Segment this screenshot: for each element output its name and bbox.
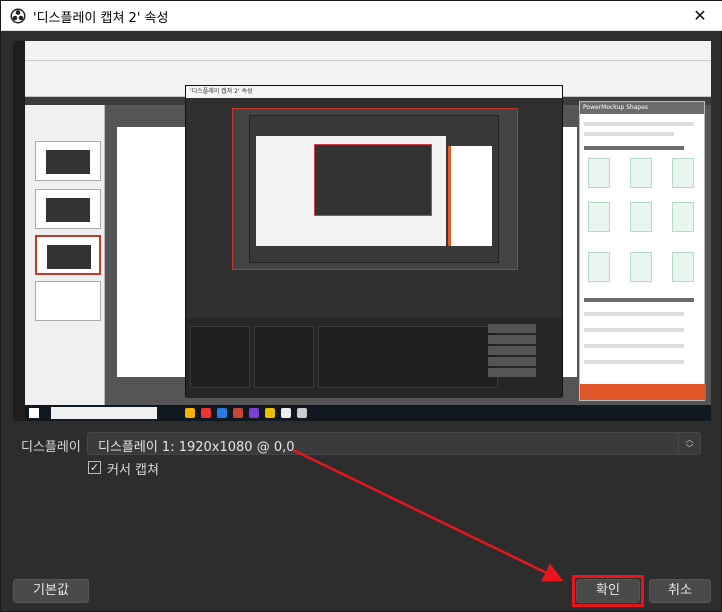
preview-nested-center (314, 144, 432, 216)
preview-shape-card (588, 252, 610, 282)
capture-preview: '디스플레이 캡쳐 2' 속성 PowerMockup Shapes (13, 41, 711, 421)
display-label: 디스플레이 (21, 440, 81, 455)
close-icon[interactable]: ✕ (677, 1, 722, 31)
preview-shapes-row (584, 360, 684, 364)
preview-taskbar-icon (297, 408, 307, 418)
preview-shapes-row (584, 344, 684, 348)
preview-nested-side (448, 146, 492, 246)
preview-nested-docks (186, 318, 562, 398)
preview-shapes-download-bar (580, 384, 706, 400)
cursor-capture-label[interactable]: 커서 캡쳐 (107, 459, 159, 478)
cancel-button[interactable]: 취소 (649, 579, 711, 603)
preview-taskbar-icon (249, 408, 259, 418)
defaults-button[interactable]: 기본값 (13, 579, 89, 603)
preview-shapes-row (584, 328, 684, 332)
updown-chevron-icon[interactable]: ︿ ﹀ (678, 433, 700, 454)
preview-shapes-row (584, 132, 674, 136)
ok-highlight-box (572, 575, 644, 607)
preview-taskbar-icon (265, 408, 275, 418)
cursor-capture-checkbox[interactable]: ✓ (88, 461, 101, 474)
preview-shape-card (672, 202, 694, 232)
preview-thumb (35, 141, 101, 181)
preview-shape-card (672, 158, 694, 188)
preview-shapes-title: PowerMockup Shapes (580, 102, 704, 114)
preview-controls (488, 324, 536, 379)
properties-dialog: '디스플레이 캡쳐 2' 속성 ✕ '디스플레이 캡쳐 2' 속성 PowerM… (0, 0, 722, 612)
preview-shapes-row (584, 146, 684, 150)
preview-taskbar-icon (217, 408, 227, 418)
preview-nested-canvas (232, 108, 518, 270)
preview-dock (190, 326, 250, 388)
preview-shape-card (630, 252, 652, 282)
preview-taskbar (25, 405, 711, 421)
preview-thumb-selected (35, 235, 101, 275)
preview-taskbar-search (51, 407, 157, 419)
preview-shape-card (672, 252, 694, 282)
preview-shapes-panel: PowerMockup Shapes (579, 101, 706, 401)
preview-shape-card (588, 158, 610, 188)
preview-taskbar-icon (185, 408, 195, 418)
preview-shape-card (588, 202, 610, 232)
preview-windows-icon (29, 408, 39, 418)
preview-dock (318, 326, 498, 388)
preview-nested-obs: '디스플레이 캡쳐 2' 속성 (185, 85, 563, 398)
obs-icon (10, 8, 26, 24)
preview-shapes-row (584, 312, 684, 316)
title-bar: '디스플레이 캡쳐 2' 속성 ✕ (1, 1, 722, 31)
preview-nested-title: '디스플레이 캡쳐 2' 속성 (186, 86, 562, 98)
preview-shape-card (630, 158, 652, 188)
preview-taskbar-icon (201, 408, 211, 418)
window-title: '디스플레이 캡쳐 2' 속성 (33, 11, 169, 26)
display-select-value: 디스플레이 1: 1920x1080 @ 0,0 (98, 440, 295, 455)
preview-thumb (35, 281, 101, 321)
preview-shapes-row (584, 298, 694, 302)
preview-shapes-row (584, 122, 694, 126)
preview-slide-thumbnails (25, 105, 105, 405)
preview-nested-window (249, 115, 499, 263)
preview-ribbon-titlebar (25, 41, 711, 61)
preview-shape-card (630, 202, 652, 232)
preview-taskbar-icon (233, 408, 243, 418)
preview-thumb (35, 189, 101, 229)
display-select[interactable]: 디스플레이 1: 1920x1080 @ 0,0 ︿ ﹀ (87, 432, 701, 455)
preview-dock (254, 326, 314, 388)
preview-taskbar-icon (281, 408, 291, 418)
